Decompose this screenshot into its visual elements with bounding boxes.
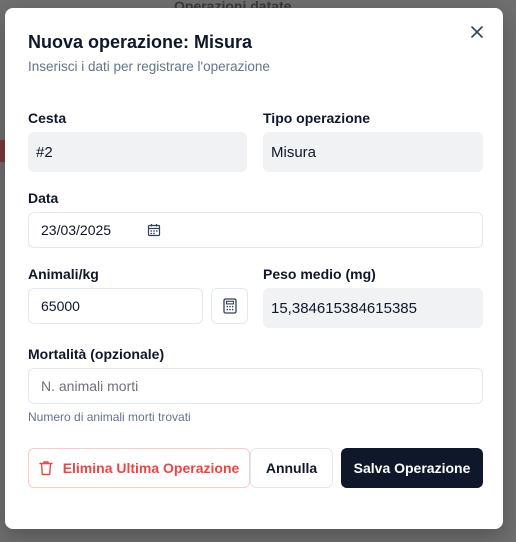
cesta-label: Cesta <box>28 110 67 126</box>
dialog-title: Nuova operazione: Misura <box>28 32 253 52</box>
cesta-value: #2 <box>28 132 247 172</box>
calculator-icon <box>222 298 237 314</box>
animali-kg-value: 65000 <box>41 298 80 314</box>
calculator-button[interactable] <box>211 288 248 324</box>
animali-kg-label: Animali/kg <box>28 266 99 282</box>
tipo-operazione-value-text: Misura <box>271 143 317 161</box>
cancel-button[interactable]: Annulla <box>250 448 333 488</box>
calendar-icon[interactable] <box>147 223 161 237</box>
tipo-operazione-value: Misura <box>263 132 483 172</box>
mortalita-input[interactable]: N. animali morti <box>28 368 483 404</box>
dialog-subtitle: Inserisci i dati per registrare l'operaz… <box>28 59 270 74</box>
peso-medio-label: Peso medio (mg) <box>263 266 376 282</box>
date-input[interactable]: 23/03/2025 <box>28 212 483 248</box>
mortalita-placeholder: N. animali morti <box>41 378 139 394</box>
save-operation-button[interactable]: Salva Operazione <box>341 448 483 488</box>
cesta-value-text: #2 <box>36 143 53 161</box>
delete-last-operation-label: Elimina Ultima Operazione <box>62 460 240 476</box>
mortalita-helper-text: Numero di animali morti trovati <box>28 410 191 424</box>
trash-icon <box>38 461 53 476</box>
tipo-operazione-label: Tipo operazione <box>263 110 371 126</box>
mortalita-label: Mortalità (opzionale) <box>28 346 165 362</box>
animali-kg-input[interactable]: 65000 <box>28 288 203 324</box>
peso-medio-value: 15,384615384615385 <box>263 288 483 328</box>
peso-medio-value-text: 15,384615384615385 <box>271 299 417 317</box>
cancel-button-label: Annulla <box>265 460 318 476</box>
new-operation-dialog: Nuova operazione: Misura Inserisci i dat… <box>5 8 503 529</box>
close-button[interactable] <box>467 22 487 42</box>
date-input-value: 23/03/2025 <box>41 222 112 238</box>
delete-last-operation-button[interactable]: Elimina Ultima Operazione <box>28 448 250 488</box>
data-label: Data <box>28 190 59 206</box>
close-icon <box>471 26 483 38</box>
save-operation-label: Salva Operazione <box>353 460 471 476</box>
